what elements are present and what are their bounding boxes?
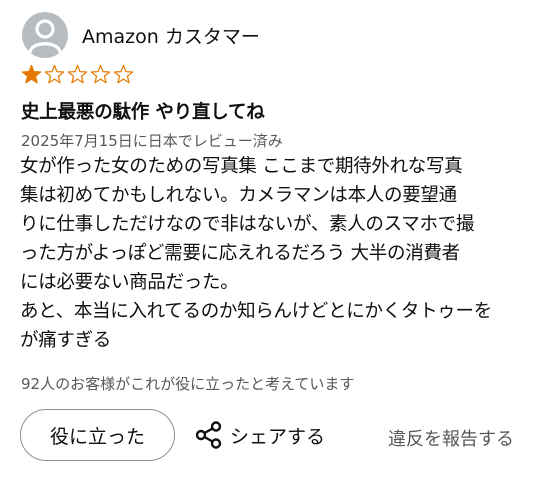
star-rating <box>20 64 135 86</box>
star-filled-icon <box>21 64 42 84</box>
review-title: 史上最悪の駄作 やり直してね <box>21 102 265 123</box>
review-body-line: が痛すぎる <box>20 330 112 351</box>
helpful-button-label: 役に立った <box>49 425 145 448</box>
star-empty-icon <box>113 64 134 84</box>
reviewer-name[interactable]: Amazon カスタマー <box>82 22 260 49</box>
share-button[interactable]: シェアする <box>194 420 325 450</box>
review-body-line: 集は初めてかもしれない。カメラマンは本人の要望通 <box>20 185 457 206</box>
review-body-line: あと、本当に入れてるのか知らんけどとにかくタトゥーを <box>20 301 492 322</box>
default-user-icon <box>28 19 62 54</box>
review-body-line: りに仕事しただけなので非はないが、素人のスマホで撮 <box>20 214 475 235</box>
review-body-line: 女が作った女のための写真集 ここまで期待外れな写真 <box>20 156 463 177</box>
share-icon <box>195 421 222 449</box>
star-empty-icon <box>90 64 111 84</box>
star-empty-icon <box>44 64 65 84</box>
report-abuse-link[interactable]: 違反を報告する <box>388 425 514 451</box>
star-empty-icon <box>67 64 88 84</box>
review-date: 2025年7月15日に日本でレビュー済み <box>21 132 283 150</box>
avatar <box>22 12 68 58</box>
helpful-button[interactable]: 役に立った <box>20 409 175 461</box>
helpful-count: 92人のお客様がこれが役に立ったと考えています <box>21 375 355 393</box>
review-body-line: には必要ない商品だった。 <box>20 272 239 293</box>
share-label: シェアする <box>230 425 326 448</box>
review-body-line: った方がよっぽど需要に応えれるだろう 大半の消費者 <box>20 243 460 264</box>
review-body: 女が作った女のための写真集 ここまで期待外れな写真 集は初めてかもしれない。カメ… <box>20 152 535 355</box>
